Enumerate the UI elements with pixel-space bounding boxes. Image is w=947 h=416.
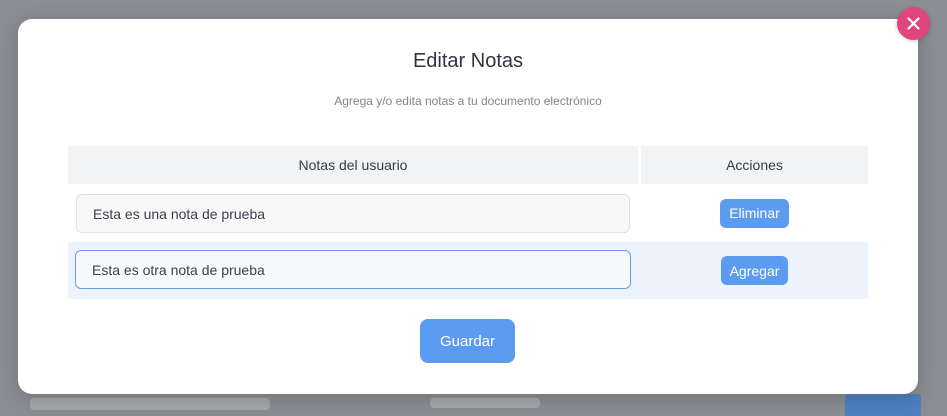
close-icon [907,17,920,30]
save-button[interactable]: Guardar [420,319,515,363]
actions-cell: Agregar [641,242,868,299]
modal-title: Editar Notas [412,50,524,72]
close-modal-button[interactable] [897,7,930,40]
table-row: Agregar [68,242,868,299]
modal-subtitle: Agrega y/o edita notas a tu documento el… [334,94,602,108]
background-button [845,394,921,416]
new-note-input[interactable] [75,250,631,289]
add-note-button[interactable]: Agregar [720,256,789,285]
table-header: Notas del usuario Acciones [68,146,868,184]
delete-note-button[interactable]: Eliminar [720,198,789,228]
actions-cell: Eliminar [641,184,868,242]
column-header-notes: Notas del usuario [68,146,638,184]
note-cell [68,242,638,299]
note-cell [68,184,638,242]
edit-notes-modal: Editar Notas Agrega y/o edita notas a tu… [18,19,918,394]
table-row: Eliminar [68,184,868,242]
note-input[interactable] [76,194,630,233]
column-header-actions: Acciones [641,146,868,184]
notes-table: Notas del usuario Acciones Eliminar Agre… [68,146,868,299]
background-text [30,398,270,410]
background-text [430,398,540,408]
